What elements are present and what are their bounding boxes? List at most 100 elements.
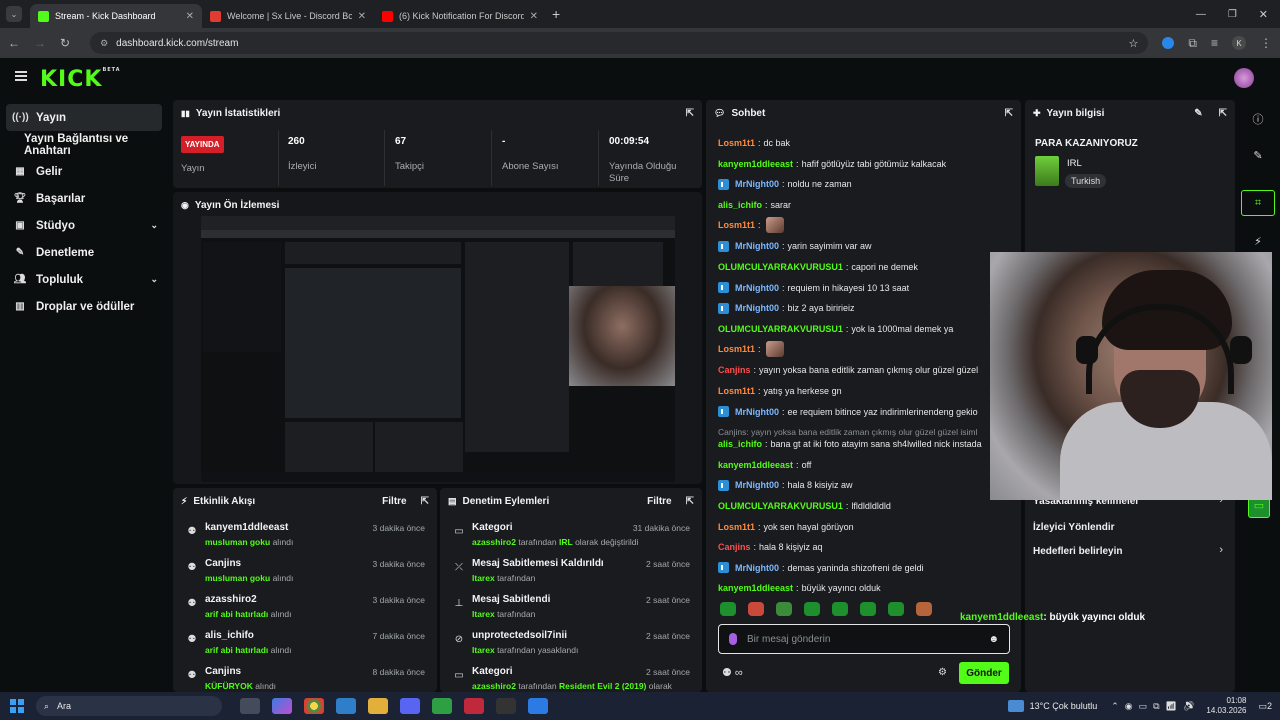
chat-username[interactable]: MrNight00: [735, 480, 779, 490]
chat-username[interactable]: Canjins: [718, 365, 751, 375]
chrome-icon[interactable]: [304, 698, 324, 714]
emote-icon[interactable]: [720, 602, 736, 616]
media-icon[interactable]: ≡: [1211, 36, 1218, 50]
sidebar-item-stream-key[interactable]: Yayın Bağlantısı ve Anahtarı: [0, 131, 170, 158]
feed-username[interactable]: azasshiro2: [205, 594, 257, 605]
chat-username[interactable]: MrNight00: [735, 563, 779, 573]
popout-icon[interactable]: ⇱: [421, 496, 429, 507]
quick-action-raid[interactable]: İzleyici Yönlendir: [1033, 522, 1115, 533]
taskbar-weather[interactable]: 13°C Çok bulutlu: [1030, 701, 1098, 711]
chat-username[interactable]: OLUMCULYARRAKVURUSU1: [718, 501, 843, 511]
app-icon[interactable]: [528, 698, 548, 714]
chat-username[interactable]: alis_ichifo: [718, 439, 762, 449]
feed-username[interactable]: alis_ichifo: [205, 630, 254, 641]
task-view-icon[interactable]: [240, 698, 260, 714]
popout-icon[interactable]: ⇱: [1005, 108, 1013, 119]
menu-hamburger-icon[interactable]: [15, 71, 27, 81]
minimize-button[interactable]: —: [1196, 9, 1206, 20]
emote-icon[interactable]: [888, 602, 904, 616]
edit-pencil-icon[interactable]: ✎: [1194, 108, 1202, 119]
extension-icon[interactable]: [1162, 37, 1175, 49]
windows-start-icon[interactable]: [10, 699, 24, 713]
filter-button[interactable]: Filtre: [647, 496, 671, 507]
close-tab-icon[interactable]: ✕: [530, 11, 538, 22]
user-avatar[interactable]: [1234, 68, 1254, 88]
mod-user[interactable]: Itarex: [472, 573, 495, 583]
close-tab-icon[interactable]: ✕: [186, 11, 194, 22]
chat-username[interactable]: MrNight00: [735, 283, 779, 293]
info-icon[interactable]: ⓘ: [1241, 106, 1275, 132]
stream-category[interactable]: IRL: [1067, 158, 1082, 169]
popout-icon[interactable]: ⇱: [686, 108, 694, 119]
browser-tab-youtube[interactable]: (6) Kick Notification For Discord ✕: [374, 4, 546, 28]
chat-username[interactable]: Canjins: [718, 542, 751, 552]
bolt-icon[interactable]: ⚡︎: [1241, 228, 1275, 254]
browser-tab-discord-bot[interactable]: Welcome | Sx Live - Discord Bot ✕: [202, 4, 374, 28]
chat-username[interactable]: kanyem1ddleeast: [718, 460, 793, 470]
kick-logo[interactable]: KICKBETA: [40, 67, 121, 92]
extensions-puzzle-icon[interactable]: ⧉: [1188, 36, 1197, 51]
chat-username[interactable]: MrNight00: [735, 407, 779, 417]
chat-username[interactable]: Losm1t1: [718, 522, 755, 532]
new-tab-button[interactable]: +: [552, 6, 560, 22]
sidebar-item-revenue[interactable]: ▦ Gelir: [0, 158, 170, 185]
bookmark-star-icon[interactable]: ☆: [1129, 37, 1139, 50]
community-icon[interactable]: ⚉ ∞: [722, 666, 743, 679]
sidebar-item-moderation[interactable]: ✎ Denetleme: [0, 239, 170, 266]
copilot-icon[interactable]: [272, 698, 292, 714]
chat-username[interactable]: OLUMCULYARRAKVURUSU1: [718, 324, 843, 334]
microphone-icon[interactable]: [729, 633, 737, 645]
clock[interactable]: 01:08 14.03.2026: [1206, 696, 1246, 716]
reload-icon[interactable]: ↻: [60, 36, 70, 50]
mod-user[interactable]: azasshiro2: [472, 681, 516, 691]
emote-icon[interactable]: [916, 602, 932, 616]
discord-icon[interactable]: [400, 698, 420, 714]
chat-username[interactable]: MrNight00: [735, 179, 779, 189]
emoji-icon[interactable]: ☻: [988, 634, 999, 645]
sidebar-item-studio[interactable]: ▣ Stüdyo ⌄: [0, 212, 170, 239]
emote-icon[interactable]: [804, 602, 820, 616]
folder-icon[interactable]: [368, 698, 388, 714]
chat-username[interactable]: alis_ichifo: [718, 200, 762, 210]
tab-search-button[interactable]: ⌄: [6, 6, 22, 22]
site-info-icon[interactable]: ⚙: [100, 38, 108, 49]
emote-icon[interactable]: [860, 602, 876, 616]
browser-tab-kick[interactable]: Stream - Kick Dashboard ✕: [30, 4, 202, 28]
sidebar-item-achievements[interactable]: 🏆︎ Başarılar: [0, 185, 170, 212]
url-field[interactable]: ⚙ dashboard.kick.com/stream ☆: [90, 32, 1149, 54]
feed-username[interactable]: Canjins: [205, 666, 241, 677]
chat-username[interactable]: MrNight00: [735, 241, 779, 251]
emote-icon[interactable]: [832, 602, 848, 616]
chat-username[interactable]: kanyem1ddleeast: [718, 159, 793, 169]
sidebar-item-community[interactable]: 👥︎ Topluluk ⌄: [0, 266, 170, 293]
sidebar-item-stream[interactable]: ((·)) Yayın: [6, 104, 162, 131]
chat-username[interactable]: OLUMCULYARRAKVURUSU1: [718, 262, 843, 272]
chat-username[interactable]: Losm1t1: [718, 220, 755, 230]
obs-icon[interactable]: [496, 698, 516, 714]
gear-icon[interactable]: ⚙: [938, 667, 947, 678]
edit-icon[interactable]: ✎: [1241, 142, 1275, 168]
restore-button[interactable]: ❐: [1228, 9, 1237, 20]
chat-username[interactable]: Losm1t1: [718, 138, 755, 148]
notification-icon[interactable]: ▭2: [1258, 701, 1272, 712]
chat-username[interactable]: Losm1t1: [718, 344, 755, 354]
send-button[interactable]: Gönder: [959, 662, 1009, 684]
emote-icon[interactable]: [748, 602, 764, 616]
chat-username[interactable]: MrNight00: [735, 303, 779, 313]
quick-action-goals[interactable]: Hedefleri belirleyin: [1033, 546, 1122, 557]
sidebar-item-drops[interactable]: ▥ Droplar ve ödüller: [0, 293, 170, 320]
chat-input-box[interactable]: ☻: [718, 624, 1010, 654]
chat-username[interactable]: Losm1t1: [718, 386, 755, 396]
stream-preview-video[interactable]: [201, 216, 675, 482]
stream-tag[interactable]: Turkish: [1065, 174, 1107, 188]
popout-icon[interactable]: ⇱: [686, 496, 694, 507]
close-window-button[interactable]: ✕: [1259, 8, 1268, 21]
mod-user[interactable]: azasshiro2: [472, 537, 516, 547]
xbox-icon[interactable]: [432, 698, 452, 714]
menu-kebab-icon[interactable]: ⋮: [1260, 36, 1272, 50]
forward-icon[interactable]: →: [34, 36, 46, 50]
filter-button[interactable]: Filtre: [382, 496, 406, 507]
feed-username[interactable]: Canjins: [205, 558, 241, 569]
clip-icon[interactable]: ⌗: [1241, 190, 1275, 216]
chat-message-input[interactable]: [747, 633, 979, 645]
